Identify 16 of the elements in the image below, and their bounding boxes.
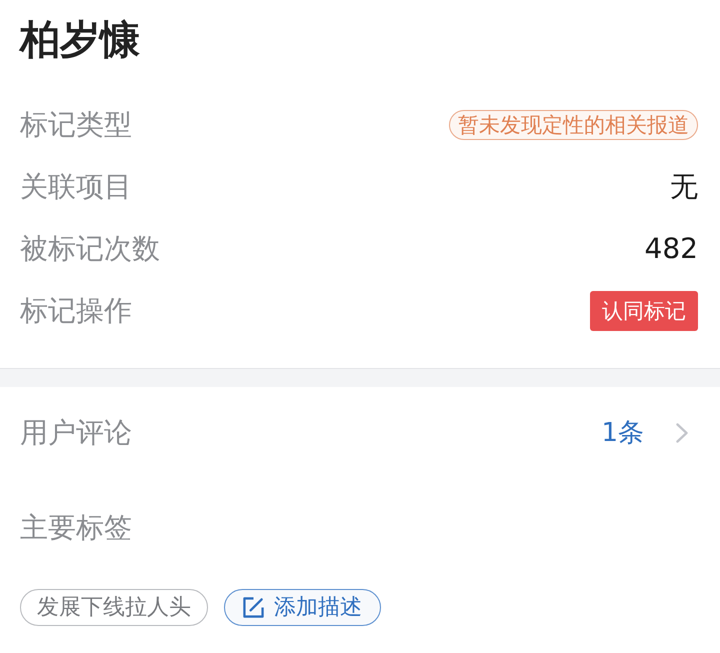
mark-type-badge: 暂未发现定性的相关报道 bbox=[449, 110, 698, 140]
edit-icon bbox=[243, 597, 264, 618]
field-label: 被标记次数 bbox=[20, 232, 160, 266]
comment-count[interactable]: 1条 bbox=[601, 417, 644, 449]
field-label: 关联项目 bbox=[20, 170, 132, 204]
field-label: 标记操作 bbox=[20, 294, 132, 328]
comments-label[interactable]: 用户评论 bbox=[20, 416, 132, 450]
tags-label: 主要标签 bbox=[20, 511, 132, 545]
add-description-button[interactable]: 添加描述 bbox=[224, 589, 381, 626]
field-value: 482 bbox=[644, 232, 698, 266]
agree-mark-button[interactable]: 认同标记 bbox=[590, 291, 698, 331]
chevron-right-icon[interactable] bbox=[676, 423, 688, 443]
field-label: 标记类型 bbox=[20, 108, 132, 142]
person-name: 柏岁慷 bbox=[20, 16, 140, 64]
tag-chip: 发展下线拉人头 bbox=[20, 589, 208, 626]
field-value: 无 bbox=[670, 170, 698, 204]
